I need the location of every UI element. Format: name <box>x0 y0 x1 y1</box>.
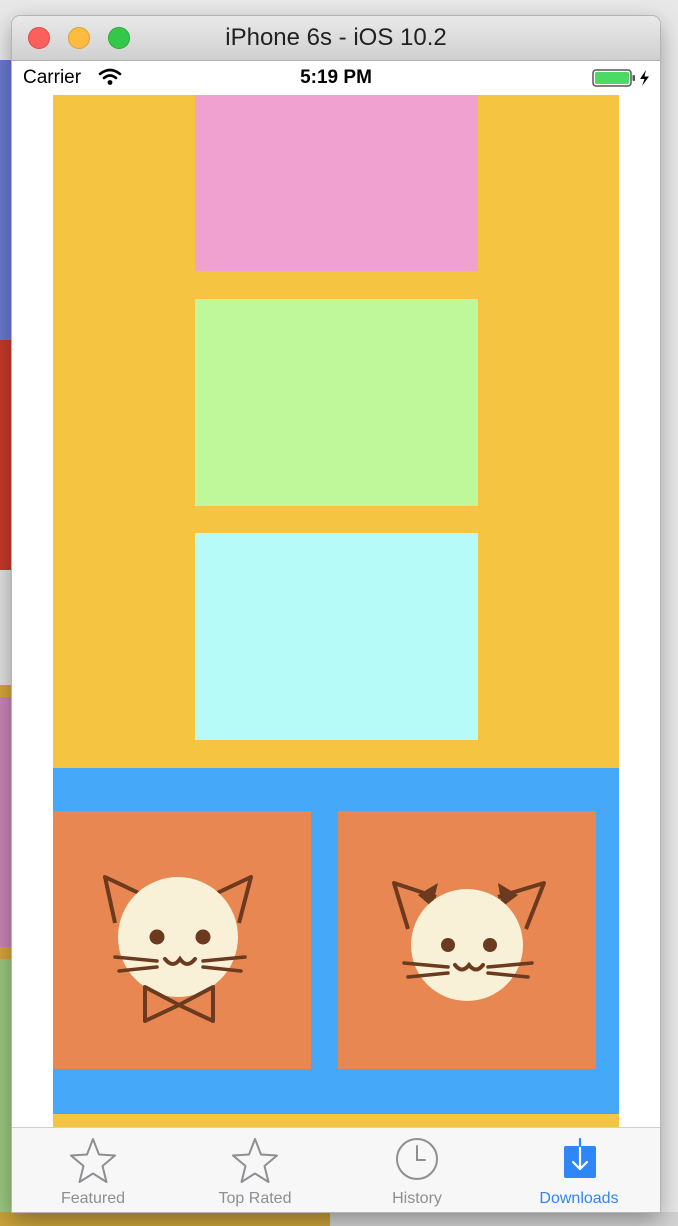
desktop-strip <box>330 1212 678 1226</box>
screen-content <box>53 95 619 1127</box>
desktop-strip <box>0 947 12 959</box>
tab-label: Featured <box>60 1190 126 1207</box>
tab-label: Top Rated <box>218 1190 292 1207</box>
desktop-strip <box>0 685 12 697</box>
green-box <box>195 299 478 506</box>
tab-bar: Featured Top Rated History Downloads <box>12 1127 660 1212</box>
tab-label: History <box>392 1190 442 1207</box>
tab-label: Downloads <box>539 1190 619 1207</box>
cat-with-bow-icon <box>392 881 546 1001</box>
star-icon <box>232 1138 278 1183</box>
tab-downloads[interactable]: Downloads <box>498 1128 660 1212</box>
desktop-strip <box>0 570 12 685</box>
desktop-strip <box>0 1212 330 1226</box>
download-icon <box>564 1137 596 1178</box>
battery-charging-icon <box>592 69 649 87</box>
yellow-panel-bottom <box>53 1114 619 1127</box>
window-title: iPhone 6s - iOS 10.2 <box>225 24 447 51</box>
window-titlebar[interactable]: iPhone 6s - iOS 10.2 <box>12 16 660 61</box>
clock-icon <box>396 1138 438 1180</box>
yellow-panel <box>53 95 619 768</box>
tab-featured[interactable]: Featured <box>12 1128 174 1212</box>
status-time: 5:19 PM <box>300 67 372 88</box>
cat-with-bowtie-icon <box>103 875 253 1023</box>
cyan-box <box>195 533 478 740</box>
simulator-window: iPhone 6s - iOS 10.2 Carrier 5:19 PM Fea… <box>12 16 660 1212</box>
cat-card-left[interactable] <box>53 811 311 1069</box>
desktop-strip <box>0 697 12 947</box>
desktop-strip <box>0 340 12 570</box>
pink-box <box>195 95 478 271</box>
blue-panel <box>53 768 619 1114</box>
tab-top-rated[interactable]: Top Rated <box>174 1128 336 1212</box>
cat-card-right[interactable] <box>338 811 596 1069</box>
tab-history[interactable]: History <box>336 1128 498 1212</box>
desktop-strip <box>0 959 12 1212</box>
star-icon <box>70 1138 116 1183</box>
status-bar: Carrier 5:19 PM <box>12 61 660 95</box>
desktop-strip <box>0 60 12 340</box>
